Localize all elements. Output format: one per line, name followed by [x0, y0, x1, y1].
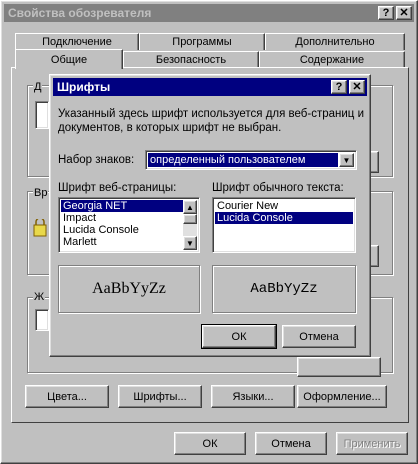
charset-value: определенный пользователем: [148, 153, 338, 167]
window-title-bar[interactable]: Свойства обозревателя ? ✕: [4, 4, 414, 22]
plain-font-label: Шрифт обычного текста:: [212, 182, 344, 194]
colors-button[interactable]: Цвета...: [25, 385, 109, 408]
ok-button[interactable]: ОК: [174, 432, 246, 455]
button-label: ОК: [231, 330, 247, 343]
preview-text: AaBbYyZz: [250, 281, 318, 297]
list-item[interactable]: Georgia NET: [61, 200, 183, 212]
tab-programs[interactable]: Программы: [139, 33, 265, 50]
apply-button[interactable]: Применить: [336, 432, 408, 455]
accessibility-button[interactable]: Оформление...: [297, 385, 387, 408]
hidden-button[interactable]: [297, 357, 381, 377]
list-item[interactable]: Marlett: [61, 236, 183, 248]
dialog-close-button[interactable]: ✕: [349, 80, 365, 94]
fonts-dialog: Шрифты ? ✕ Указанный здесь шрифт использ…: [49, 74, 371, 357]
tab-advanced[interactable]: Дополнительно: [265, 33, 405, 50]
help-button[interactable]: ?: [378, 6, 394, 20]
dialog-title: Шрифты: [57, 80, 111, 94]
tab-connections[interactable]: Подключение: [15, 33, 139, 50]
tab-general[interactable]: Общие: [15, 49, 123, 69]
list-item[interactable]: Lucida Console: [215, 212, 353, 224]
window-title: Свойства обозревателя: [8, 6, 152, 20]
dialog-cancel-button[interactable]: Отмена: [282, 325, 356, 348]
dialog-description: Указанный здесь шрифт используется для в…: [58, 108, 365, 134]
tab-label: Подключение: [42, 36, 112, 48]
button-label: Применить: [343, 437, 401, 450]
tab-content[interactable]: Содержание: [259, 51, 405, 68]
close-icon: ✕: [352, 81, 362, 93]
web-font-list[interactable]: Georgia NET Impact Lucida Console Marlet…: [58, 197, 200, 253]
button-label: Оформление...: [303, 390, 381, 403]
scroll-thumb[interactable]: [183, 214, 197, 224]
charset-select[interactable]: определенный пользователем ▼: [145, 150, 357, 170]
plain-font-list[interactable]: Courier New Lucida Console: [212, 197, 356, 253]
charset-dropdown-button[interactable]: ▼: [339, 153, 354, 167]
web-font-scrollbar[interactable]: ▲ ▼: [183, 200, 197, 250]
chevron-down-icon: ▼: [342, 155, 351, 165]
languages-button[interactable]: Языки...: [211, 385, 295, 408]
list-item[interactable]: Lucida Console: [61, 224, 183, 236]
close-icon: ✕: [399, 7, 409, 19]
fonts-button[interactable]: Шрифты...: [118, 385, 202, 408]
dialog-ok-button[interactable]: ОК: [201, 324, 277, 349]
group-label: Ж: [33, 291, 46, 303]
button-label: ОК: [202, 437, 218, 450]
tab-label: Содержание: [299, 54, 365, 66]
list-item[interactable]: Impact: [61, 212, 183, 224]
dialog-title-bar[interactable]: Шрифты ? ✕: [53, 78, 367, 96]
web-font-label: Шрифт веб-страницы:: [58, 182, 177, 194]
scroll-up-button[interactable]: ▲: [183, 200, 197, 214]
close-button[interactable]: ✕: [396, 6, 412, 20]
button-label: Языки...: [232, 390, 274, 403]
list-item[interactable]: Courier New: [215, 200, 353, 212]
arrow-up-icon: ▲: [186, 202, 194, 212]
plain-font-preview: AaBbYyZz: [212, 265, 356, 313]
button-label: Цвета...: [47, 390, 87, 403]
help-icon: ?: [382, 7, 390, 19]
home-address-field[interactable]: [35, 101, 49, 129]
group-label: Д: [33, 81, 43, 93]
tab-label: Безопасность: [155, 54, 227, 66]
tab-label: Общие: [50, 53, 88, 66]
button-label: Отмена: [299, 330, 339, 343]
dialog-help-button[interactable]: ?: [331, 80, 347, 94]
web-font-preview: AaBbYyZz: [58, 265, 200, 313]
tab-security[interactable]: Безопасность: [123, 51, 259, 68]
button-label: Отмена: [271, 437, 311, 450]
group-label: Вр: [33, 187, 49, 199]
charset-label: Набор знаков:: [58, 154, 135, 166]
scroll-down-button[interactable]: ▼: [183, 236, 197, 250]
help-icon: ?: [335, 81, 343, 93]
history-days-field[interactable]: [35, 309, 49, 331]
tab-label: Дополнительно: [295, 36, 375, 48]
arrow-down-icon: ▼: [186, 238, 194, 248]
folder-lock-icon: [33, 217, 47, 237]
button-label: Шрифты...: [133, 390, 187, 403]
cancel-button[interactable]: Отмена: [255, 432, 327, 455]
preview-text: AaBbYyZz: [92, 280, 166, 297]
tab-label: Программы: [172, 36, 232, 48]
